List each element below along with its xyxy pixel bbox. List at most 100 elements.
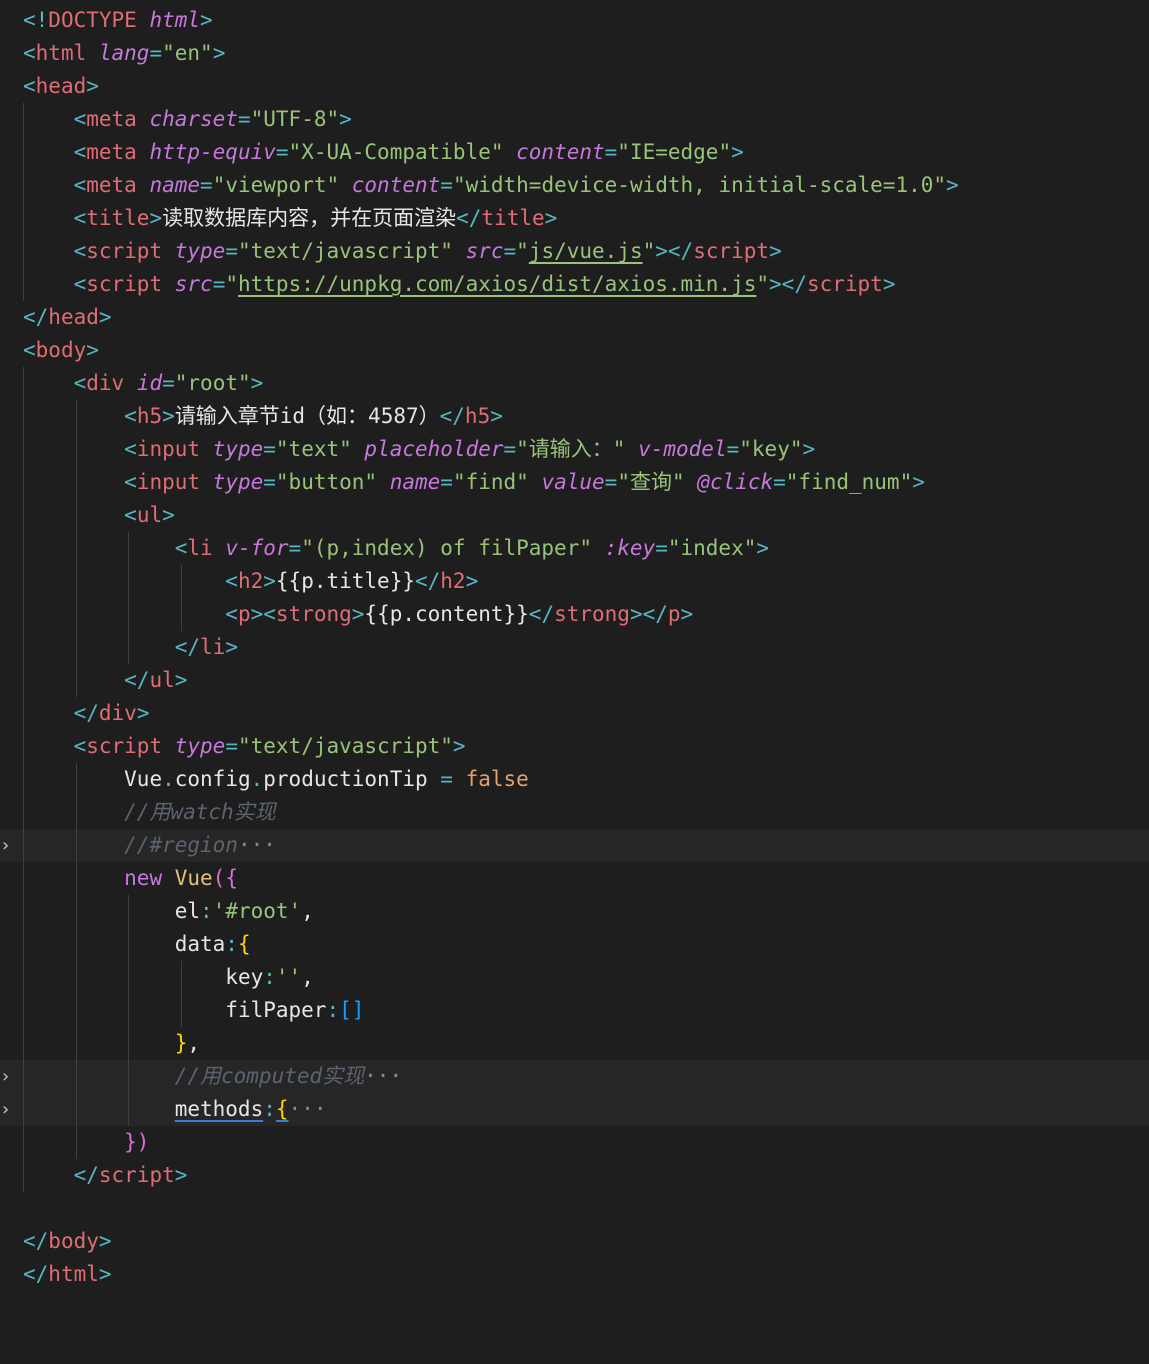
- code-line[interactable]: </li>: [0, 631, 1149, 664]
- code-line[interactable]: </head>: [0, 301, 1149, 334]
- code-line[interactable]: [0, 1192, 1149, 1225]
- code-line[interactable]: <h5>请输入章节id（如：4587）</h5>: [0, 400, 1149, 433]
- code-line[interactable]: Vue.config.productionTip = false: [0, 763, 1149, 796]
- code-token: ({: [212, 866, 238, 890]
- code-text: <head>: [23, 70, 99, 103]
- code-line[interactable]: },: [0, 1027, 1149, 1060]
- code-token: =: [503, 437, 517, 461]
- code-text: <p><strong>{{p.content}}</strong></p>: [23, 598, 693, 631]
- code-line[interactable]: filPaper:[]: [0, 994, 1149, 1027]
- code-token: script: [86, 734, 175, 758]
- chevron-right-icon[interactable]: ›: [0, 1093, 14, 1126]
- code-line[interactable]: //用watch实现: [0, 796, 1149, 829]
- code-line[interactable]: <script src="https://unpkg.com/axios/dis…: [0, 268, 1149, 301]
- code-editor[interactable]: <!DOCTYPE html> <html lang="en"> <head> <m…: [0, 0, 1149, 1364]
- code-text: new Vue({: [23, 862, 238, 895]
- code-token: Vue: [124, 767, 163, 791]
- code-token: <: [73, 173, 87, 197]
- code-token: .: [162, 767, 175, 791]
- code-line[interactable]: </body>: [0, 1225, 1149, 1258]
- code-token: <: [174, 536, 188, 560]
- code-token: <: [124, 437, 137, 461]
- code-token: =: [726, 437, 740, 461]
- code-line[interactable]: <head>: [0, 70, 1149, 103]
- code-token: </: [124, 668, 150, 692]
- folded-ellipsis[interactable]: ···: [289, 1097, 327, 1121]
- code-line[interactable]: <p><strong>{{p.content}}</strong></p>: [0, 598, 1149, 631]
- code-line[interactable]: <html lang="en">: [0, 37, 1149, 70]
- code-token: {{p.title}}: [275, 569, 415, 593]
- code-token: value: [541, 470, 605, 494]
- chevron-right-icon[interactable]: ›: [0, 1060, 14, 1093]
- code-line[interactable]: }): [0, 1126, 1149, 1159]
- code-token: {: [237, 932, 251, 956]
- code-line[interactable]: <meta http-equiv="X-UA-Compatible" conte…: [0, 136, 1149, 169]
- code-line[interactable]: › methods:{···: [0, 1093, 1149, 1126]
- code-token: ,: [301, 965, 314, 989]
- code-token: meta: [86, 140, 150, 164]
- code-token: type: [174, 734, 226, 758]
- code-line[interactable]: <title>读取数据库内容，并在页面渲染</title>: [0, 202, 1149, 235]
- code-line[interactable]: new Vue({: [0, 862, 1149, 895]
- code-token: <: [73, 734, 87, 758]
- code-line[interactable]: key:'',: [0, 961, 1149, 994]
- code-token: <: [73, 371, 87, 395]
- code-token: >: [452, 734, 466, 758]
- code-token: "index": [667, 536, 757, 560]
- code-token: '#root': [212, 899, 302, 923]
- code-token: input: [136, 437, 213, 461]
- code-line[interactable]: <h2>{{p.title}}</h2>: [0, 565, 1149, 598]
- code-line[interactable]: </html>: [0, 1258, 1149, 1291]
- code-token: Vue: [174, 866, 213, 890]
- code-token: <: [124, 404, 137, 428]
- code-line[interactable]: <div id="root">: [0, 367, 1149, 400]
- code-token: >: [212, 41, 226, 65]
- folded-ellipsis[interactable]: ···: [364, 1064, 402, 1088]
- code-line[interactable]: el:'#root',: [0, 895, 1149, 928]
- code-text: methods:{···: [23, 1093, 327, 1126]
- code-token: {{p.content}}: [364, 602, 529, 626]
- code-line[interactable]: <meta name="viewport" content="width=dev…: [0, 169, 1149, 202]
- code-text: //#region···: [23, 829, 276, 862]
- code-text: key:'',: [23, 961, 314, 994]
- code-token: name: [389, 470, 441, 494]
- code-line[interactable]: </ul>: [0, 664, 1149, 697]
- code-line[interactable]: <input type="button" name="find" value="…: [0, 466, 1149, 499]
- code-text: <li v-for="(p,index) of filPaper" :key="…: [23, 532, 769, 565]
- code-line[interactable]: <li v-for="(p,index) of filPaper" :key="…: [0, 532, 1149, 565]
- code-line[interactable]: › //用computed实现···: [0, 1060, 1149, 1093]
- chevron-right-icon[interactable]: ›: [0, 829, 14, 862]
- code-text: //用watch实现: [23, 796, 276, 829]
- code-token: div: [98, 701, 137, 725]
- code-line[interactable]: data:{: [0, 928, 1149, 961]
- code-token: >: [162, 503, 175, 527]
- code-token: >: [490, 404, 503, 428]
- code-token: config: [174, 767, 251, 791]
- code-token: meta: [86, 173, 150, 197]
- code-token: productionTip: [263, 767, 441, 791]
- code-token: 请输入章节id（如：4587）: [174, 404, 440, 428]
- code-token: ": [225, 272, 238, 296]
- code-token: =: [440, 470, 453, 494]
- code-line[interactable]: › //#region···: [0, 829, 1149, 862]
- code-line[interactable]: </div>: [0, 697, 1149, 730]
- code-token: methods: [174, 1097, 264, 1121]
- code-token: "text/javascript": [237, 239, 466, 263]
- code-text: <script type="text/javascript" src="js/v…: [23, 235, 782, 268]
- code-line[interactable]: <!DOCTYPE html>: [0, 4, 1149, 37]
- code-line[interactable]: </script>: [0, 1159, 1149, 1192]
- code-token: >: [465, 569, 479, 593]
- code-line[interactable]: <script type="text/javascript" src="js/v…: [0, 235, 1149, 268]
- folded-ellipsis[interactable]: ···: [238, 833, 276, 857]
- code-line[interactable]: <meta charset="UTF-8">: [0, 103, 1149, 136]
- code-line[interactable]: <ul>: [0, 499, 1149, 532]
- code-text: </script>: [23, 1159, 188, 1192]
- code-token: "查询": [617, 470, 698, 494]
- code-token: >: [149, 206, 163, 230]
- code-line[interactable]: <body>: [0, 334, 1149, 367]
- code-line[interactable]: <input type="text" placeholder="请输入：" v-…: [0, 433, 1149, 466]
- code-line[interactable]: <script type="text/javascript">: [0, 730, 1149, 763]
